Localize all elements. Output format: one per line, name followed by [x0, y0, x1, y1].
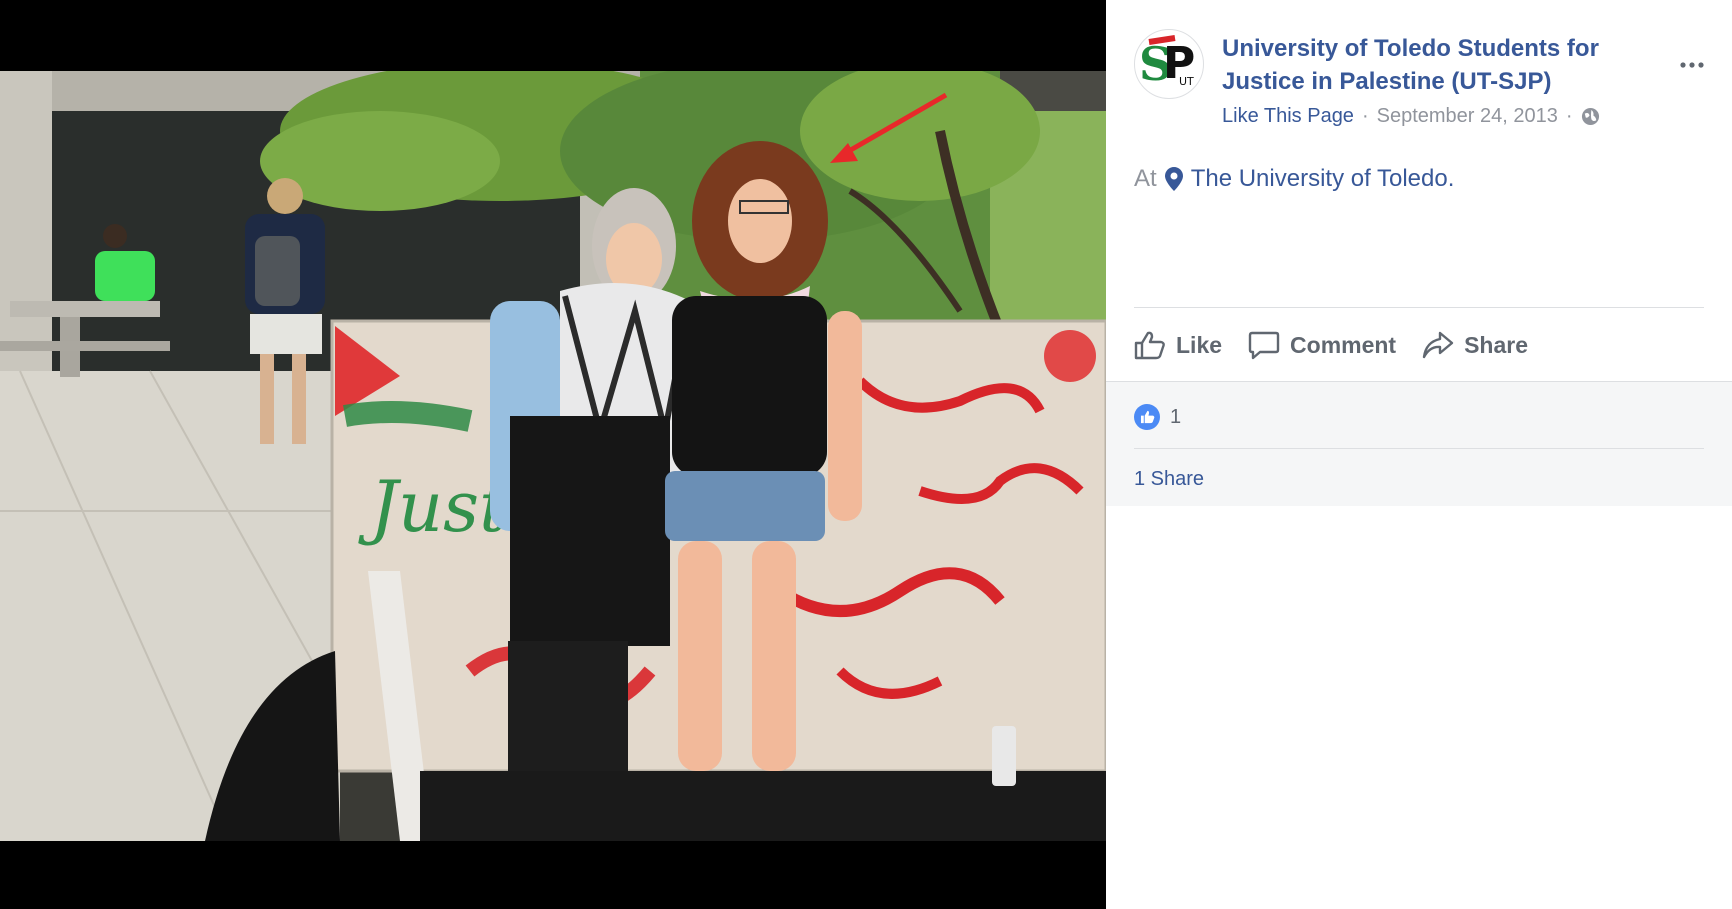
post-side-panel: S P UT University of Toledo Students for…	[1106, 0, 1732, 909]
globe-icon[interactable]	[1581, 107, 1600, 126]
more-horizontal-icon	[1680, 62, 1704, 68]
meta-separator: ·	[1361, 104, 1369, 127]
engagement-summary: 1 1 Share	[1106, 381, 1732, 506]
comment-label: Comment	[1290, 331, 1397, 358]
reactions-count[interactable]: 1	[1134, 404, 1181, 430]
logo-sub-ut: UT	[1179, 75, 1194, 88]
location-link[interactable]: The University of Toledo.	[1191, 165, 1455, 193]
comment-icon	[1248, 331, 1280, 360]
more-options-button[interactable]	[1672, 50, 1712, 80]
post-actions: Like Comment Share	[1134, 322, 1528, 368]
like-this-page-link[interactable]: Like This Page	[1222, 105, 1354, 128]
location-prefix: At	[1134, 165, 1157, 192]
share-label: Share	[1464, 331, 1529, 358]
photo-theater: Justice for	[0, 0, 1732, 909]
map-pin-icon	[1164, 167, 1183, 191]
thumbs-up-outline-icon	[1134, 331, 1165, 360]
thumbs-up-icon	[1134, 404, 1160, 430]
post-header: S P UT University of Toledo Students for…	[1106, 0, 1732, 381]
post-photo[interactable]: Justice for	[0, 71, 1106, 841]
photo-viewer: Justice for	[0, 0, 1106, 909]
reaction-count: 1	[1170, 405, 1182, 428]
post-date[interactable]: September 24, 2013	[1377, 105, 1558, 128]
like-label: Like	[1176, 331, 1223, 358]
sjp-logo: S P UT	[1139, 35, 1195, 91]
meta-separator: ·	[1565, 104, 1573, 127]
comment-button[interactable]: Comment	[1248, 330, 1396, 360]
share-button[interactable]: Share	[1422, 330, 1528, 360]
post-location: At The University of Toledo.	[1134, 165, 1454, 193]
like-button[interactable]: Like	[1134, 330, 1222, 360]
page-avatar[interactable]: S P UT	[1134, 29, 1204, 99]
page-name-link[interactable]: University of Toledo Students for Justic…	[1222, 32, 1642, 98]
share-arrow-icon	[1422, 331, 1454, 359]
post-meta: Like This Page · September 24, 2013 ·	[1222, 103, 1600, 129]
shares-count-link[interactable]: 1 Share	[1134, 468, 1204, 491]
divider	[1134, 448, 1704, 449]
divider	[1134, 307, 1704, 308]
